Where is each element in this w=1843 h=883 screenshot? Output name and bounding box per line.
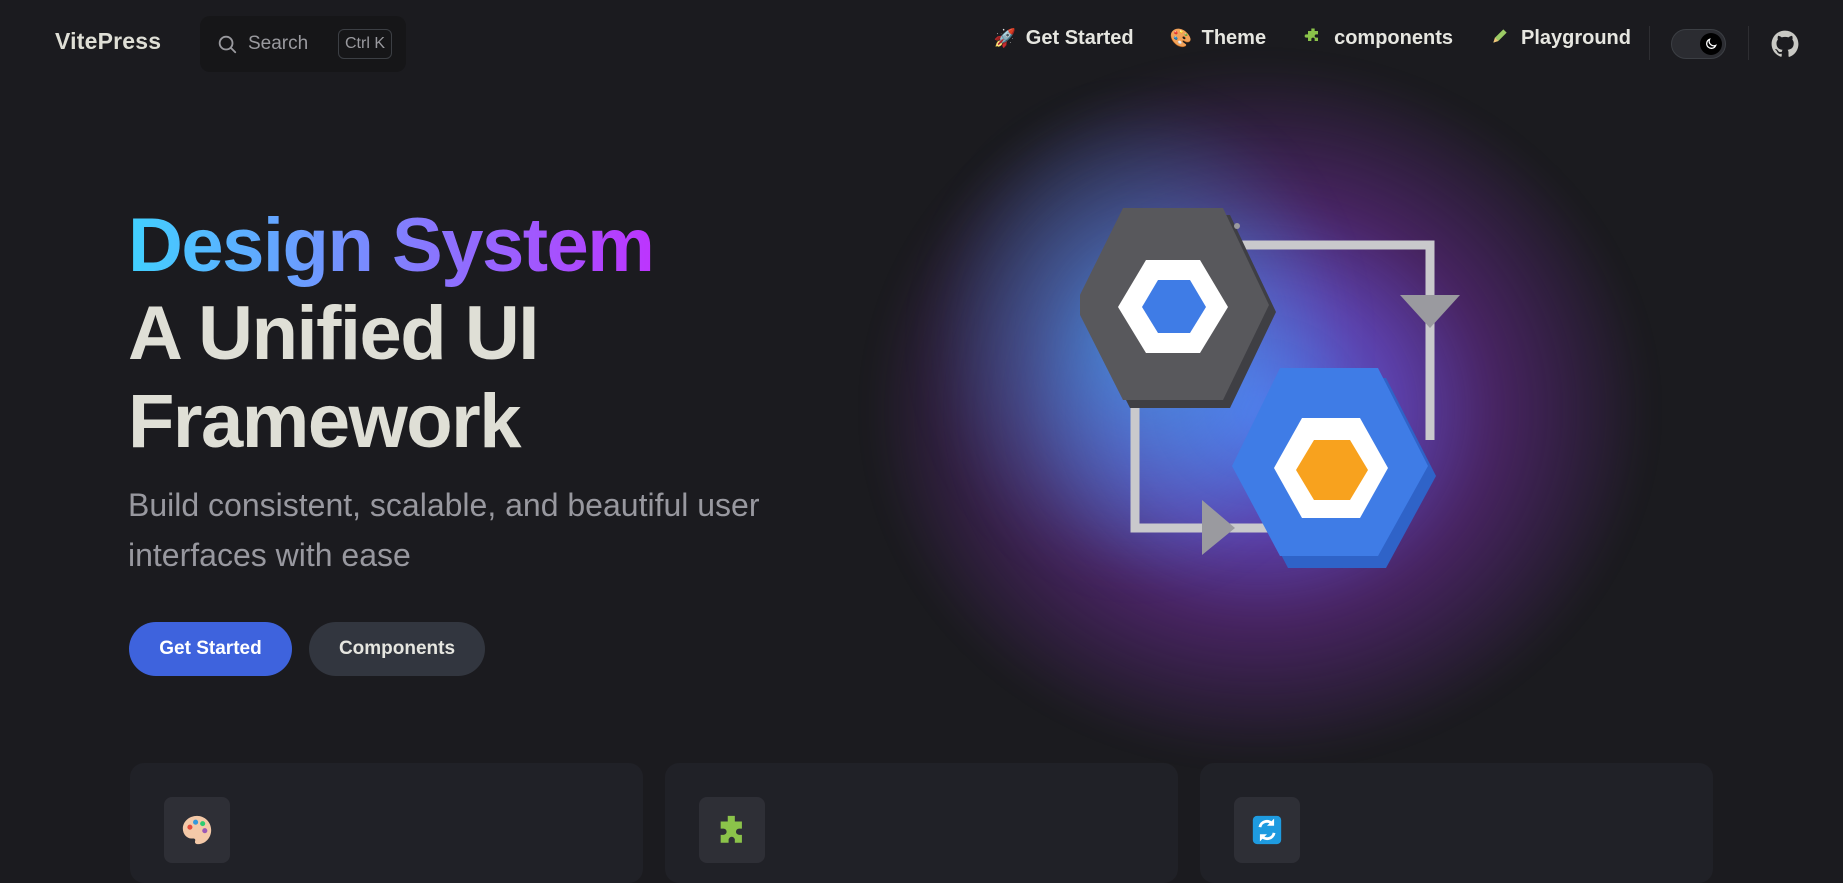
github-icon[interactable] bbox=[1771, 30, 1799, 58]
search-button[interactable]: Search Ctrl K bbox=[200, 16, 406, 72]
feature-card[interactable] bbox=[130, 763, 643, 883]
feature-card[interactable] bbox=[1200, 763, 1713, 883]
palette-icon bbox=[182, 815, 212, 845]
nav-divider bbox=[1649, 26, 1650, 60]
search-icon bbox=[218, 35, 237, 54]
nav-link-label: components bbox=[1334, 27, 1453, 49]
feature-icon-box bbox=[699, 797, 765, 863]
nav-menu: 🚀 Get Started 🎨 Theme components Playgro… bbox=[958, 26, 1631, 51]
puzzle-icon bbox=[720, 815, 742, 843]
hero-name: Design System bbox=[128, 203, 655, 288]
site-title[interactable]: VitePress bbox=[55, 28, 161, 55]
nav-link-components[interactable]: components bbox=[1302, 26, 1453, 51]
hero-title-line1: A Unified UI bbox=[128, 291, 539, 376]
nav-link-get-started[interactable]: 🚀 Get Started bbox=[994, 26, 1134, 51]
hero-title-line2: Framework bbox=[128, 379, 522, 464]
feature-icon-box bbox=[164, 797, 230, 863]
nav-divider bbox=[1748, 26, 1749, 60]
palette-icon: 🎨 bbox=[1169, 28, 1193, 48]
search-label: Search bbox=[248, 33, 309, 54]
hero-heading: Design System A Unified UI Framework bbox=[128, 202, 655, 466]
hero-tagline: Build consistent, scalable, and beautifu… bbox=[128, 480, 868, 580]
moon-icon bbox=[1700, 33, 1722, 55]
puzzle-icon bbox=[1302, 26, 1324, 51]
rocket-icon: 🚀 bbox=[993, 28, 1017, 48]
hero-illustration-icon bbox=[1080, 208, 1460, 568]
hero-tagline-line2: interfaces with ease bbox=[128, 537, 411, 573]
appearance-toggle[interactable] bbox=[1671, 29, 1726, 59]
feature-card[interactable] bbox=[665, 763, 1178, 883]
refresh-icon bbox=[1252, 815, 1282, 845]
nav-link-theme[interactable]: 🎨 Theme bbox=[1170, 26, 1266, 51]
top-navbar: VitePress Search Ctrl K 🚀 Get Started 🎨 … bbox=[0, 0, 1843, 88]
nav-link-label: Theme bbox=[1201, 27, 1267, 49]
get-started-button[interactable]: Get Started bbox=[129, 622, 292, 676]
nav-link-label: Playground bbox=[1520, 27, 1631, 49]
search-shortcut: Ctrl K bbox=[338, 29, 392, 59]
pencil-icon bbox=[1489, 26, 1511, 51]
feature-icon-box bbox=[1234, 797, 1300, 863]
nav-link-label: Get Started bbox=[1025, 27, 1134, 49]
hero-tagline-line1: Build consistent, scalable, and beautifu… bbox=[128, 487, 760, 523]
components-button[interactable]: Components bbox=[309, 622, 485, 676]
nav-link-playground[interactable]: Playground bbox=[1489, 26, 1631, 51]
